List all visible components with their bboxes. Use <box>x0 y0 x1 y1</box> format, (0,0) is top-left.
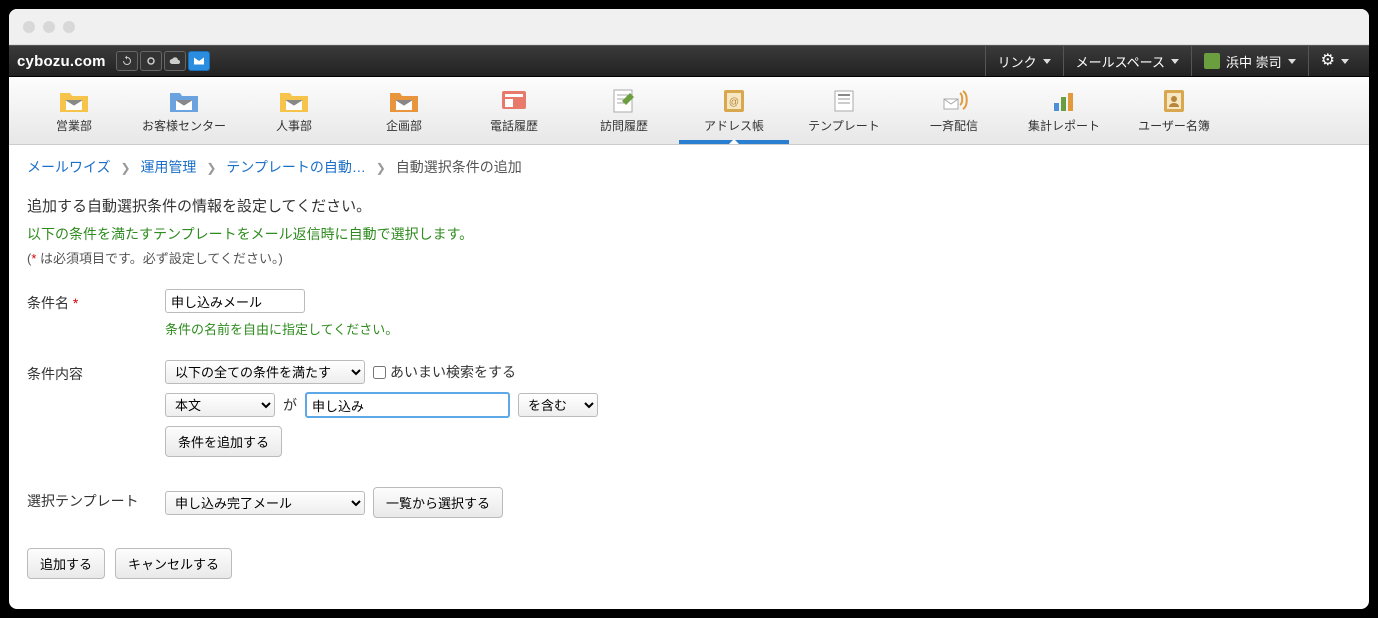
document-edit-icon <box>608 87 640 115</box>
label-condition-body: 条件内容 <box>27 360 147 384</box>
tool-label: 集計レポート <box>1009 117 1119 134</box>
tool-customer-center[interactable]: お客様センター <box>129 83 239 144</box>
tool-label: テンプレート <box>789 117 899 134</box>
tool-address-book[interactable]: @ アドレス帳 <box>679 83 789 144</box>
folder-mail-icon <box>278 87 310 115</box>
top-menu-mailspace[interactable]: メールスペース <box>1063 46 1191 76</box>
folder-mail-icon <box>58 87 90 115</box>
breadcrumb-link[interactable]: テンプレートの自動… <box>226 159 366 175</box>
match-mode-select[interactable]: 以下の全ての条件を満たす <box>165 360 365 384</box>
template-select[interactable]: 申し込み完了メール <box>165 491 365 515</box>
fuzzy-checkbox-wrap[interactable]: あいまい検索をする <box>373 362 516 382</box>
tool-sales[interactable]: 営業部 <box>19 83 129 144</box>
tool-label: お客様センター <box>129 117 239 134</box>
row-condition-body: 条件内容 以下の全ての条件を満たす あいまい検索をする 本文 が <box>27 360 1351 465</box>
cloud-icon[interactable] <box>164 51 186 71</box>
breadcrumb-link[interactable]: メールワイズ <box>27 159 111 175</box>
user-list-icon <box>1158 87 1190 115</box>
chevron-right-icon: ❯ <box>206 161 216 175</box>
refresh-icon[interactable] <box>116 51 138 71</box>
gear-icon: ⚙ <box>1321 53 1335 69</box>
cancel-button[interactable]: キャンセルする <box>115 548 232 579</box>
label-condition-name: 条件名 * <box>27 289 147 313</box>
report-icon <box>1048 87 1080 115</box>
top-menu-settings[interactable]: ⚙ <box>1308 46 1361 76</box>
tool-label: 訪問履歴 <box>569 117 679 134</box>
fuzzy-label: あいまい検索をする <box>390 362 516 382</box>
tool-report[interactable]: 集計レポート <box>1009 83 1119 144</box>
chevron-down-icon <box>1043 59 1051 64</box>
row-select-template: 選択テンプレート 申し込み完了メール 一覧から選択する <box>27 487 1351 526</box>
tool-hr[interactable]: 人事部 <box>239 83 349 144</box>
tool-label: ユーザー名簿 <box>1119 117 1229 134</box>
brand-logo[interactable]: cybozu.com <box>17 53 106 70</box>
template-icon <box>828 87 860 115</box>
mail-icon[interactable] <box>188 51 210 71</box>
circle-icon[interactable] <box>140 51 162 71</box>
folder-mail-icon <box>388 87 420 115</box>
tool-planning[interactable]: 企画部 <box>349 83 459 144</box>
required-note: (* は必須項目です。必ず設定してください。) <box>27 248 1351 267</box>
tool-call-history[interactable]: 電話履歴 <box>459 83 569 144</box>
phone-history-icon <box>498 87 530 115</box>
chevron-down-icon <box>1288 59 1296 64</box>
tool-template[interactable]: テンプレート <box>789 83 899 144</box>
breadcrumb: メールワイズ ❯ 運用管理 ❯ テンプレートの自動… ❯ 自動選択条件の追加 <box>27 157 1351 177</box>
tool-label: 企画部 <box>349 117 459 134</box>
top-menu-user[interactable]: 浜中 崇司 <box>1191 46 1308 76</box>
content-area: メールワイズ ❯ 運用管理 ❯ テンプレートの自動… ❯ 自動選択条件の追加 追… <box>9 145 1369 609</box>
form-actions: 追加する キャンセルする <box>27 548 1351 579</box>
tool-label: 一斉配信 <box>899 117 1009 134</box>
tool-label: 人事部 <box>239 117 349 134</box>
chevron-down-icon <box>1171 59 1179 64</box>
breadcrumb-current: 自動選択条件の追加 <box>396 159 522 175</box>
pick-from-list-button[interactable]: 一覧から選択する <box>373 487 503 518</box>
field-select[interactable]: 本文 <box>165 393 275 417</box>
chevron-down-icon <box>1341 59 1349 64</box>
address-book-icon: @ <box>718 87 750 115</box>
traffic-close[interactable] <box>23 21 35 33</box>
value-input[interactable] <box>305 392 510 418</box>
tool-broadcast[interactable]: 一斉配信 <box>899 83 1009 144</box>
top-menu-links-label: リンク <box>998 52 1037 71</box>
submit-button[interactable]: 追加する <box>27 548 105 579</box>
operator-select[interactable]: を含む <box>518 393 598 417</box>
lead-text: 追加する自動選択条件の情報を設定してください。 <box>27 195 1351 216</box>
app-window: cybozu.com リンク メールスペース 浜中 崇司 ⚙ <box>9 9 1369 609</box>
folder-mail-icon <box>168 87 200 115</box>
main-toolbar: 営業部 お客様センター 人事部 企画部 電話履歴 訪問履歴 @ アドレス帳 テン <box>9 77 1369 145</box>
add-condition-button[interactable]: 条件を追加する <box>165 426 282 457</box>
top-menu-mailspace-label: メールスペース <box>1076 52 1165 71</box>
traffic-zoom[interactable] <box>63 21 75 33</box>
top-menu-links[interactable]: リンク <box>985 46 1063 76</box>
tool-label: 営業部 <box>19 117 129 134</box>
tool-label: アドレス帳 <box>679 117 789 134</box>
condition-name-input[interactable] <box>165 289 305 313</box>
description-text: 以下の条件を満たすテンプレートをメール返信時に自動で選択します。 <box>27 224 1351 244</box>
condition-name-hint: 条件の名前を自由に指定してください。 <box>165 319 1351 338</box>
chevron-right-icon: ❯ <box>376 161 386 175</box>
macos-titlebar <box>9 9 1369 45</box>
avatar <box>1204 53 1220 69</box>
chevron-right-icon: ❯ <box>120 161 130 175</box>
svg-text:@: @ <box>729 97 739 108</box>
tool-user-list[interactable]: ユーザー名簿 <box>1119 83 1229 144</box>
tool-label: 電話履歴 <box>459 117 569 134</box>
traffic-minimize[interactable] <box>43 21 55 33</box>
breadcrumb-link[interactable]: 運用管理 <box>140 159 196 175</box>
tool-visit-history[interactable]: 訪問履歴 <box>569 83 679 144</box>
fuzzy-checkbox[interactable] <box>373 366 386 379</box>
row-condition-name: 条件名 * 条件の名前を自由に指定してください。 <box>27 289 1351 338</box>
top-bar: cybozu.com リンク メールスペース 浜中 崇司 ⚙ <box>9 45 1369 77</box>
label-select-template: 選択テンプレート <box>27 487 147 511</box>
broadcast-icon <box>938 87 970 115</box>
top-menu-user-label: 浜中 崇司 <box>1226 52 1282 71</box>
ga-text: が <box>283 395 297 415</box>
